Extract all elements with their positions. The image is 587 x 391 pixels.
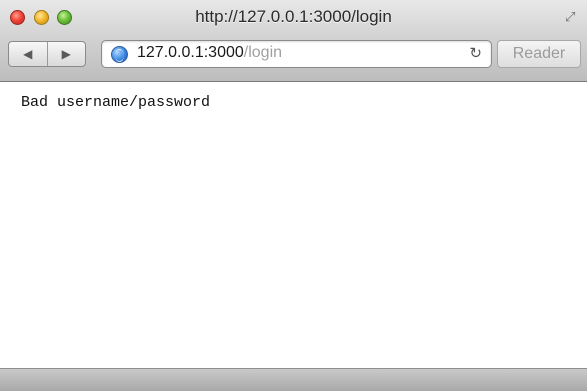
url-path: /login (243, 44, 283, 61)
back-arrow-icon: ◀ (23, 47, 33, 61)
address-bar[interactable]: 127.0.0.1:3000/login ↻ (101, 40, 492, 68)
error-message: Bad username/password (21, 94, 211, 111)
address-text[interactable]: 127.0.0.1:3000/login (137, 44, 282, 62)
forward-button[interactable]: ▶ (48, 42, 86, 66)
back-button[interactable]: ◀ (9, 42, 48, 66)
reader-button[interactable]: Reader (497, 40, 581, 68)
forward-arrow-icon: ▶ (61, 47, 71, 61)
reload-icon: ↻ (469, 45, 482, 62)
navigation-buttons: ◀ ▶ (8, 41, 86, 67)
fullscreen-icon[interactable]: ⤢ (565, 9, 581, 25)
reload-button[interactable]: ↻ (469, 44, 482, 62)
page-content: Bad username/password (0, 82, 587, 368)
title-bar: http://127.0.0.1:3000/login ⤢ ◀ ▶ 127.0.… (0, 0, 587, 82)
globe-icon (111, 46, 128, 63)
url-host: 127.0.0.1:3000 (137, 44, 244, 61)
window-title: http://127.0.0.1:3000/login (195, 7, 392, 26)
browser-window: http://127.0.0.1:3000/login ⤢ ◀ ▶ 127.0.… (0, 0, 587, 391)
status-bar (0, 368, 587, 391)
